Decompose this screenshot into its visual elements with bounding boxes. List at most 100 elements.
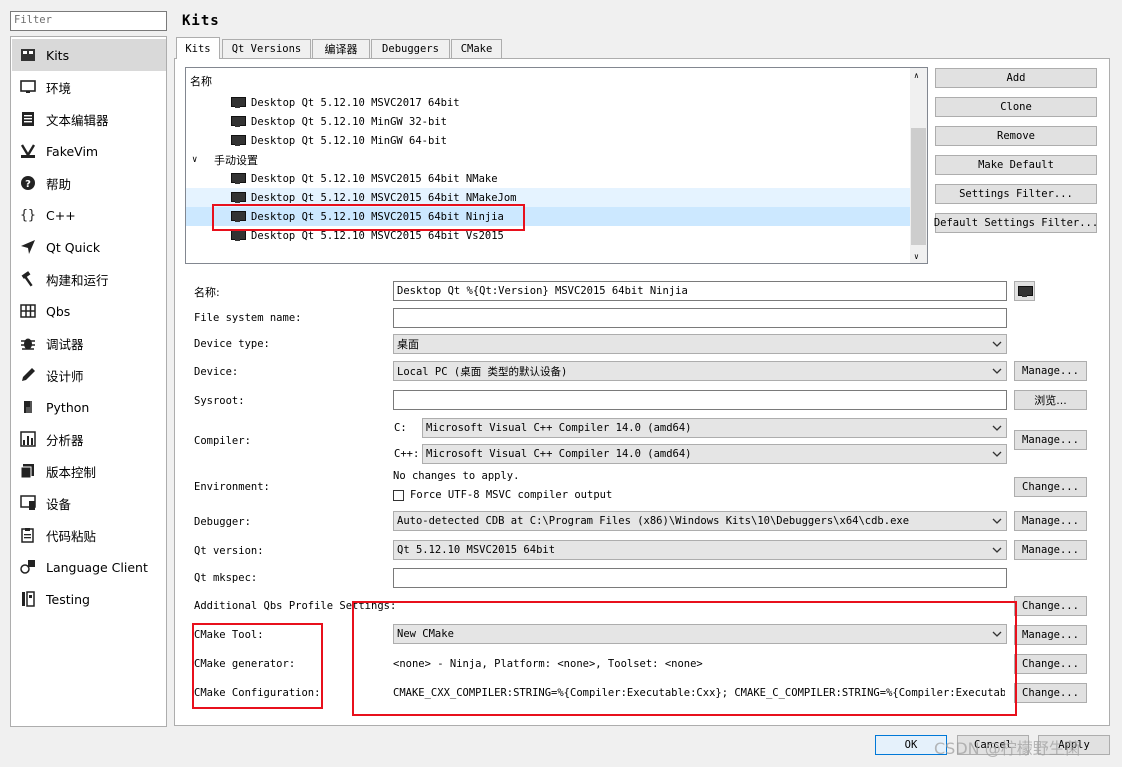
make-default-button[interactable]: Make Default (935, 155, 1097, 175)
chevron-down-icon (992, 547, 1002, 553)
fs-name-field[interactable] (393, 308, 1007, 328)
svg-text:?: ? (25, 179, 31, 190)
chevron-down-icon (992, 341, 1002, 347)
debugger-select[interactable]: Auto-detected CDB at C:\Program Files (x… (393, 511, 1007, 531)
fs-name-label: File system name: (194, 312, 302, 324)
device-label: Device: (194, 366, 239, 378)
tab-qt-versions[interactable]: Qt Versions (222, 39, 311, 58)
qt-version-value: Qt 5.12.10 MSVC2015 64bit (397, 544, 556, 556)
change-cmake-configuration-button[interactable]: Change... (1014, 683, 1087, 703)
change-qbs-button[interactable]: Change... (1014, 596, 1087, 616)
sidebar-item-environment[interactable]: 环境 (12, 71, 166, 103)
sidebar-item-help[interactable]: ? 帮助 (12, 167, 166, 199)
qt-mkspec-field[interactable] (393, 568, 1007, 588)
tree-item[interactable]: Desktop Qt 5.12.10 MSVC2017 64bit (186, 93, 912, 112)
scroll-up-icon[interactable]: ∧ (914, 71, 919, 80)
sidebar-item-code-paste[interactable]: 代码粘贴 (12, 519, 166, 551)
sidebar-item-devices[interactable]: 设备 (12, 487, 166, 519)
fakevim-icon (19, 142, 37, 160)
sidebar-item-analyzer[interactable]: 分析器 (12, 423, 166, 455)
device-type-select[interactable]: 桌面 (393, 334, 1007, 354)
sidebar-item-kits[interactable]: Kits (12, 39, 166, 71)
remove-button[interactable]: Remove (935, 126, 1097, 146)
sidebar-item-label: FakeVim (46, 143, 99, 159)
add-button[interactable]: Add (935, 68, 1097, 88)
filter-input[interactable]: Filter (10, 11, 167, 31)
tree-item-label: Desktop Qt 5.12.10 MinGW 64-bit (251, 134, 447, 147)
tree-item-selected[interactable]: Desktop Qt 5.12.10 MSVC2015 64bit Ninjia (186, 207, 912, 226)
cmake-configuration-label: CMake Configuration: (194, 687, 321, 699)
kit-icon-button[interactable] (1014, 281, 1035, 301)
sidebar-item-debugger[interactable]: 调试器 (12, 327, 166, 359)
kits-tree[interactable]: 名称 Desktop Qt 5.12.10 MSVC2017 64bit Des… (185, 67, 928, 264)
tree-item-label: Desktop Qt 5.12.10 MSVC2015 64bit Vs2015 (251, 229, 504, 242)
tree-item[interactable]: Desktop Qt 5.12.10 MinGW 64-bit (186, 131, 912, 150)
cpp-compiler-select[interactable]: Microsoft Visual C++ Compiler 14.0 (amd6… (422, 444, 1007, 464)
pencil-icon (19, 366, 37, 384)
cmake-configuration-value: CMAKE_CXX_COMPILER:STRING=%{Compiler:Exe… (393, 687, 1005, 699)
tree-item[interactable]: Desktop Qt 5.12.10 MinGW 32-bit (186, 112, 912, 131)
sidebar-item-version-control[interactable]: 版本控制 (12, 455, 166, 487)
tree-scrollbar[interactable]: ∧ ∨ (910, 68, 927, 263)
sidebar-item-build-run[interactable]: 构建和运行 (12, 263, 166, 295)
sidebar-item-language-client[interactable]: Language Client (12, 551, 166, 583)
manage-compiler-button[interactable]: Manage... (1014, 430, 1087, 450)
tab-cmake[interactable]: CMake (451, 39, 502, 58)
cmake-tool-select[interactable]: New CMake (393, 624, 1007, 644)
device-value: Local PC (桌面 类型的默认设备) (397, 365, 568, 378)
tab-debuggers[interactable]: Debuggers (371, 39, 450, 58)
monitor-icon (19, 78, 37, 96)
default-settings-filter-button[interactable]: Default Settings Filter... (934, 213, 1098, 233)
monitor-icon (231, 135, 246, 146)
qt-version-select[interactable]: Qt 5.12.10 MSVC2015 64bit (393, 540, 1007, 560)
chevron-down-icon[interactable]: ∨ (192, 155, 204, 165)
manage-qt-version-button[interactable]: Manage... (1014, 540, 1087, 560)
sidebar-item-testing[interactable]: Testing (12, 583, 166, 615)
testing-icon (19, 590, 37, 608)
tree-item[interactable]: Desktop Qt 5.12.10 MSVC2015 64bit Vs2015 (186, 226, 912, 245)
sidebar-item-label: 环境 (46, 80, 72, 96)
tree-item-label: Desktop Qt 5.12.10 MSVC2015 64bit NMake (251, 172, 498, 185)
tree-item[interactable]: Desktop Qt 5.12.10 MSVC2015 64bit NMakeJ… (186, 188, 912, 207)
tab-kits[interactable]: Kits (176, 37, 220, 59)
clone-button[interactable]: Clone (935, 97, 1097, 117)
force-utf8-checkbox[interactable]: Force UTF-8 MSVC compiler output (393, 489, 612, 501)
manage-device-button[interactable]: Manage... (1014, 361, 1087, 381)
name-field[interactable]: Desktop Qt %{Qt:Version} MSVC2015 64bit … (393, 281, 1007, 301)
qtquick-icon (19, 238, 37, 256)
tree-item-label: Desktop Qt 5.12.10 MinGW 32-bit (251, 115, 447, 128)
tree-group[interactable]: ∨ 手动设置 (186, 150, 912, 169)
sidebar-item-qtquick[interactable]: Qt Quick (12, 231, 166, 263)
sidebar-item-label: 设计师 (46, 368, 84, 384)
sidebar-item-text-editor[interactable]: 文本编辑器 (12, 103, 166, 135)
checkbox-box[interactable] (393, 489, 404, 501)
device-icon (19, 494, 37, 512)
manage-cmake-tool-button[interactable]: Manage... (1014, 625, 1087, 645)
tab-compilers[interactable]: 编译器 (312, 39, 370, 58)
sidebar-item-qbs[interactable]: Qbs (12, 295, 166, 327)
sidebar-item-label: Language Client (46, 559, 148, 575)
sidebar-item-fakevim[interactable]: FakeVim (12, 135, 166, 167)
sidebar-item-python[interactable]: Python (12, 391, 166, 423)
manage-debugger-button[interactable]: Manage... (1014, 511, 1087, 531)
browse-button[interactable]: 浏览... (1014, 390, 1087, 410)
scroll-thumb[interactable] (911, 128, 926, 245)
monitor-icon (231, 97, 246, 108)
debugger-value: Auto-detected CDB at C:\Program Files (x… (397, 515, 910, 527)
settings-filter-button[interactable]: Settings Filter... (935, 184, 1097, 204)
sidebar-item-cpp[interactable]: {} C++ (12, 199, 166, 231)
sidebar-item-designer[interactable]: 设计师 (12, 359, 166, 391)
sysroot-field[interactable] (393, 390, 1007, 410)
kits-icon (19, 46, 37, 64)
c-compiler-select[interactable]: Microsoft Visual C++ Compiler 14.0 (amd6… (422, 418, 1007, 438)
bug-icon (19, 334, 37, 352)
device-select[interactable]: Local PC (桌面 类型的默认设备) (393, 361, 1007, 381)
sidebar-item-label: 分析器 (46, 432, 84, 448)
scroll-down-icon[interactable]: ∨ (914, 252, 919, 261)
sidebar-item-label: 调试器 (46, 336, 84, 352)
grid-icon (19, 302, 37, 320)
sidebar-item-label: 文本编辑器 (46, 112, 109, 128)
tree-item[interactable]: Desktop Qt 5.12.10 MSVC2015 64bit NMake (186, 169, 912, 188)
change-environment-button[interactable]: Change... (1014, 477, 1087, 497)
change-cmake-generator-button[interactable]: Change... (1014, 654, 1087, 674)
